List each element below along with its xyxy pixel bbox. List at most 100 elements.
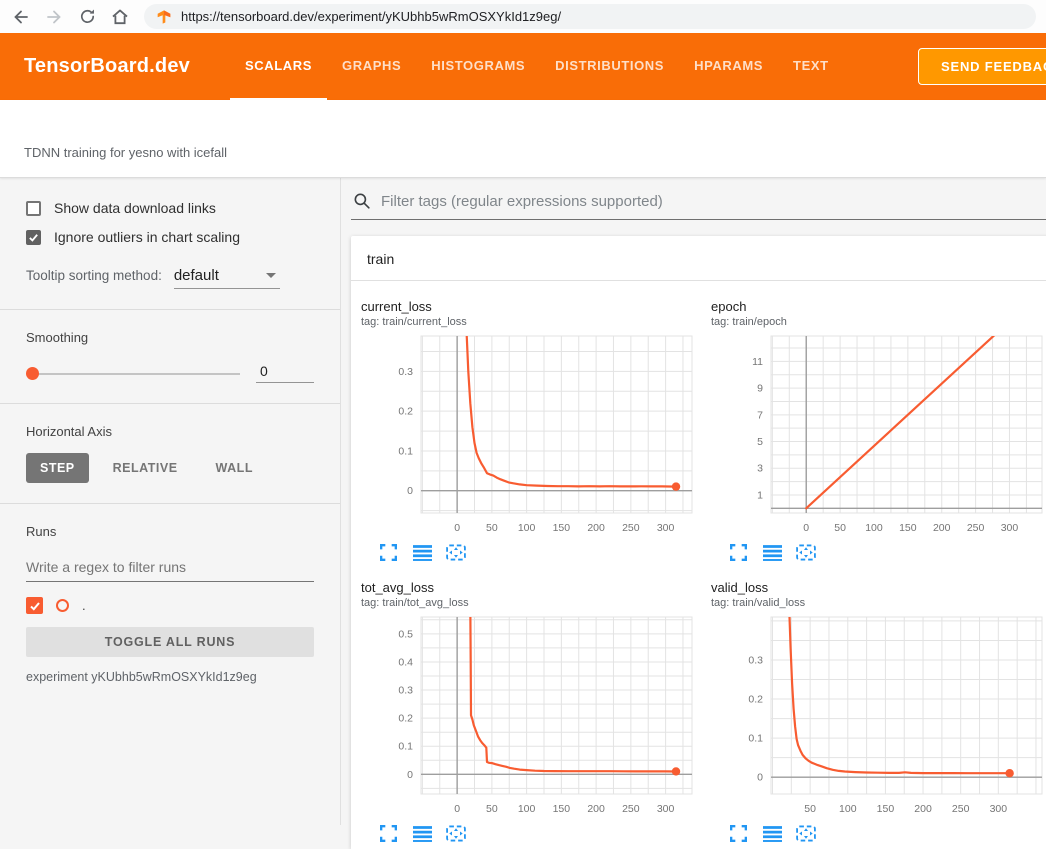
smoothing-slider[interactable] <box>26 367 240 380</box>
line-chart-current-loss[interactable]: 05010015020025030000.10.20.3 <box>361 333 697 539</box>
runs-regex-input[interactable] <box>26 557 314 582</box>
svg-text:300: 300 <box>657 803 675 815</box>
chart-title: current_loss <box>361 299 703 314</box>
chart-card-tot-avg-loss: tot_avg_loss tag: train/tot_avg_loss 050… <box>353 568 703 849</box>
svg-text:50: 50 <box>486 522 498 534</box>
svg-text:0.2: 0.2 <box>398 713 413 725</box>
horizontal-axis-label: Horizontal Axis <box>26 424 314 439</box>
checkbox-unchecked-icon[interactable] <box>26 201 41 216</box>
tab-histograms[interactable]: HISTOGRAMS <box>416 33 540 100</box>
sidebar-divider <box>0 403 340 404</box>
fit-domain-icon[interactable] <box>796 823 816 843</box>
section-header-train[interactable]: train <box>351 236 1046 281</box>
svg-text:150: 150 <box>877 803 895 815</box>
tensorboard-logo: TensorBoard.dev <box>24 55 190 78</box>
settings-sidebar: Show data download links Ignore outliers… <box>0 178 341 825</box>
svg-text:9: 9 <box>757 383 763 395</box>
chart-tag: tag: train/tot_avg_loss <box>361 597 703 609</box>
url-text: https://tensorboard.dev/experiment/yKUbh… <box>181 9 561 24</box>
toggle-all-runs-button[interactable]: TOGGLE ALL RUNS <box>26 627 314 657</box>
svg-text:100: 100 <box>865 522 883 534</box>
svg-text:150: 150 <box>899 522 917 534</box>
svg-text:200: 200 <box>914 803 932 815</box>
runs-selector-icon[interactable] <box>762 542 782 562</box>
line-chart-valid-loss[interactable]: 5010015020025030000.10.20.3 <box>711 614 1046 820</box>
runs-selector-icon[interactable] <box>762 823 782 843</box>
fullscreen-icon[interactable] <box>728 542 748 562</box>
sidebar-divider <box>0 503 340 504</box>
chart-card-epoch: epoch tag: train/epoch 05010015020025030… <box>703 287 1046 568</box>
svg-text:150: 150 <box>553 803 571 815</box>
show-download-links-checkbox-row[interactable]: Show data download links <box>26 200 314 216</box>
charts-grid: current_loss tag: train/current_loss 050… <box>351 281 1046 849</box>
svg-text:0: 0 <box>407 485 413 497</box>
line-chart-epoch[interactable]: 0501001502002503001357911 <box>711 333 1046 539</box>
filter-tags-placeholder: Filter tags (regular expressions support… <box>381 193 663 210</box>
experiment-title: TDNN training for yesno with icefall <box>24 145 227 160</box>
back-icon[interactable] <box>8 4 34 30</box>
forward-icon[interactable] <box>41 4 67 30</box>
svg-text:3: 3 <box>757 463 763 475</box>
svg-text:0: 0 <box>454 803 460 815</box>
tab-hparams[interactable]: HPARAMS <box>679 33 778 100</box>
svg-text:0.2: 0.2 <box>748 694 763 706</box>
chart-toolbar <box>728 823 1046 843</box>
browser-toolbar: https://tensorboard.dev/experiment/yKUbh… <box>0 0 1046 33</box>
show-download-links-label: Show data download links <box>54 200 216 216</box>
fit-domain-icon[interactable] <box>446 823 466 843</box>
reload-icon[interactable] <box>74 4 100 30</box>
slider-track <box>32 373 240 375</box>
svg-text:100: 100 <box>518 803 536 815</box>
fit-domain-icon[interactable] <box>446 542 466 562</box>
ignore-outliers-checkbox-row[interactable]: Ignore outliers in chart scaling <box>26 229 314 245</box>
svg-text:250: 250 <box>967 522 985 534</box>
search-icon <box>353 192 371 210</box>
send-feedback-button[interactable]: SEND FEEDBACK <box>918 48 1046 85</box>
slider-thumb[interactable] <box>26 367 39 380</box>
axis-relative-button[interactable]: RELATIVE <box>99 453 192 483</box>
svg-text:0.3: 0.3 <box>398 366 413 378</box>
tensorboard-favicon <box>156 9 172 25</box>
fullscreen-icon[interactable] <box>728 823 748 843</box>
tab-scalars[interactable]: SCALARS <box>230 33 327 100</box>
svg-text:50: 50 <box>804 803 816 815</box>
home-icon[interactable] <box>107 4 133 30</box>
chevron-down-icon <box>266 273 276 278</box>
filter-tags-field[interactable]: Filter tags (regular expressions support… <box>351 186 1046 220</box>
svg-text:200: 200 <box>933 522 951 534</box>
fullscreen-icon[interactable] <box>378 823 398 843</box>
tensorboard-page: { "browser": { "url": "https://tensorboa… <box>0 0 1046 825</box>
run-checkbox-checked-icon[interactable] <box>26 597 43 614</box>
line-chart-tot-avg-loss[interactable]: 05010015020025030000.10.20.30.40.5 <box>361 614 697 820</box>
svg-text:250: 250 <box>952 803 970 815</box>
svg-text:0: 0 <box>407 769 413 781</box>
chart-toolbar <box>378 542 703 562</box>
svg-text:250: 250 <box>622 803 640 815</box>
address-bar[interactable]: https://tensorboard.dev/experiment/yKUbh… <box>144 4 1036 29</box>
runs-selector-icon[interactable] <box>412 542 432 562</box>
svg-text:0.3: 0.3 <box>748 654 763 666</box>
svg-text:0: 0 <box>803 522 809 534</box>
run-name: . <box>82 598 86 613</box>
runs-selector-icon[interactable] <box>412 823 432 843</box>
smoothing-value-input[interactable]: 0 <box>256 363 314 383</box>
tab-text[interactable]: TEXT <box>778 33 844 100</box>
svg-text:0.1: 0.1 <box>398 741 413 753</box>
svg-text:50: 50 <box>486 803 498 815</box>
fit-domain-icon[interactable] <box>796 542 816 562</box>
axis-wall-button[interactable]: WALL <box>202 453 267 483</box>
tooltip-sorting-select[interactable]: default <box>174 267 280 289</box>
train-section-card: train current_loss tag: train/current_lo… <box>351 236 1046 849</box>
svg-text:50: 50 <box>834 522 846 534</box>
fullscreen-icon[interactable] <box>378 542 398 562</box>
tab-graphs[interactable]: GRAPHS <box>327 33 416 100</box>
chart-card-valid-loss: valid_loss tag: train/valid_loss 5010015… <box>703 568 1046 849</box>
experiment-title-bar: TDNN training for yesno with icefall <box>0 100 1046 178</box>
run-item[interactable]: . <box>26 597 314 614</box>
axis-step-button[interactable]: STEP <box>26 453 89 483</box>
smoothing-label: Smoothing <box>26 330 314 345</box>
svg-text:100: 100 <box>518 522 536 534</box>
tab-distributions[interactable]: DISTRIBUTIONS <box>540 33 679 100</box>
svg-text:0.1: 0.1 <box>398 445 413 457</box>
checkbox-checked-icon[interactable] <box>26 230 41 245</box>
